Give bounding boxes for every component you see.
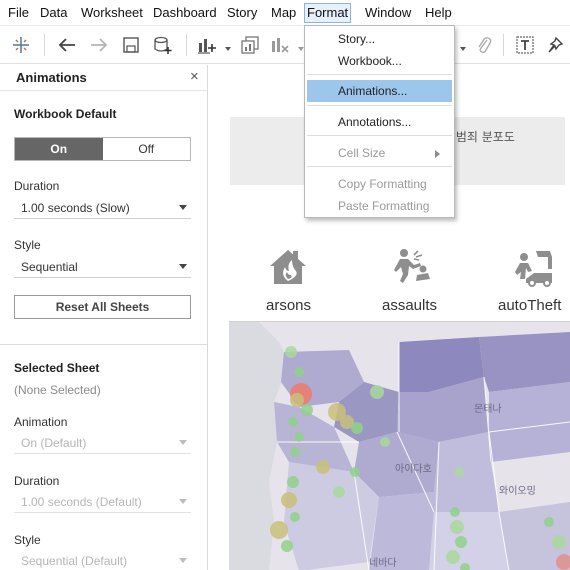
tableau-logo-icon[interactable] xyxy=(9,34,33,56)
reset-all-sheets-button[interactable]: Reset All Sheets xyxy=(14,295,191,319)
chevron-down-icon xyxy=(179,558,187,563)
attach-icon[interactable] xyxy=(472,34,496,56)
animation-label: Animation xyxy=(14,415,68,429)
close-icon[interactable]: × xyxy=(190,68,199,85)
animations-panel: Animations × Workbook Default On Off Dur… xyxy=(0,65,208,570)
style-select[interactable]: Sequential xyxy=(14,256,191,278)
map-label-wyoming: 와이오밍 xyxy=(499,485,536,497)
duration-select[interactable]: 1.00 seconds (Slow) xyxy=(14,197,191,219)
sheet-duration-value: 1.00 seconds (Default) xyxy=(21,495,142,509)
toolbar xyxy=(0,26,570,64)
add-datasource-icon[interactable] xyxy=(151,34,175,56)
duplicate-sheet-icon[interactable] xyxy=(238,34,262,56)
toolbar-dropdown-icon[interactable] xyxy=(459,40,467,51)
menu-map[interactable]: Map xyxy=(269,3,298,23)
menu-format[interactable]: Format xyxy=(304,3,352,23)
map-label-montana: 몬태나 xyxy=(474,403,502,415)
toolbar-separator xyxy=(503,34,504,56)
menu-dashboard[interactable]: Dashboard xyxy=(151,3,219,23)
selected-sheet-subtitle: (None Selected) xyxy=(14,383,101,397)
toolbar-separator xyxy=(186,34,187,56)
category-label-assaults[interactable]: assaults xyxy=(382,297,437,314)
chevron-down-icon xyxy=(179,499,187,504)
panel-title: Animations xyxy=(16,70,87,85)
menu-data[interactable]: Data xyxy=(38,3,69,23)
menu-item-annotations[interactable]: Annotations... xyxy=(307,111,452,133)
selected-sheet-heading: Selected Sheet xyxy=(14,361,100,375)
panel-header: Animations × xyxy=(0,65,207,91)
menu-help[interactable]: Help xyxy=(423,3,454,23)
format-menu: Story... Workbook... Animations... Annot… xyxy=(304,25,455,218)
sheet-style-label: Style xyxy=(14,533,41,547)
clear-sheet-icon[interactable] xyxy=(268,34,292,56)
menu-worksheet[interactable]: Worksheet xyxy=(79,3,145,23)
forward-arrow-icon[interactable] xyxy=(87,34,111,56)
auto-theft-icon xyxy=(512,245,554,292)
text-icon[interactable] xyxy=(513,34,537,56)
save-icon[interactable] xyxy=(119,34,143,56)
new-worksheet-dropdown-icon[interactable] xyxy=(224,40,232,51)
chevron-down-icon xyxy=(179,205,187,210)
style-value: Sequential xyxy=(21,260,78,274)
duration-value: 1.00 seconds (Slow) xyxy=(21,201,130,215)
style-label: Style xyxy=(14,238,41,252)
menu-item-cell-size-label: Cell Size xyxy=(338,146,386,160)
menu-window[interactable]: Window xyxy=(363,3,413,23)
crime-map[interactable]: 몬태나 아이다호 와이오밍 네바다 xyxy=(229,321,570,570)
menu-separator xyxy=(307,105,452,106)
menu-item-animations[interactable]: Animations... xyxy=(307,80,452,102)
new-worksheet-icon[interactable] xyxy=(195,34,219,56)
map-label-idaho: 아이다호 xyxy=(395,463,432,475)
house-fire-icon xyxy=(267,245,309,292)
assault-icon xyxy=(392,245,432,290)
sheet-style-select[interactable]: Sequential (Default) xyxy=(14,550,191,570)
sheet-duration-label: Duration xyxy=(14,474,60,488)
menu-separator xyxy=(307,74,452,75)
category-label-arsons[interactable]: arsons xyxy=(266,297,311,314)
duration-label: Duration xyxy=(14,179,60,193)
menu-item-paste-formatting[interactable]: Paste Formatting xyxy=(307,195,452,217)
chevron-right-icon xyxy=(435,150,440,158)
menu-item-copy-formatting[interactable]: Copy Formatting xyxy=(307,173,452,195)
workbook-default-heading: Workbook Default xyxy=(14,107,117,121)
menu-item-workbook[interactable]: Workbook... xyxy=(307,50,452,72)
menu-item-story[interactable]: Story... xyxy=(307,28,452,50)
back-arrow-icon[interactable] xyxy=(55,34,79,56)
toggle-off-button[interactable]: Off xyxy=(102,138,190,160)
animation-value: On (Default) xyxy=(21,436,87,450)
menu-item-cell-size[interactable]: Cell Size xyxy=(307,142,452,164)
sheet-style-value: Sequential (Default) xyxy=(21,554,128,568)
menu-file[interactable]: File xyxy=(6,3,31,23)
category-label-autotheft[interactable]: autoTheft xyxy=(498,297,561,314)
chevron-down-icon xyxy=(179,264,187,269)
menu-separator xyxy=(307,166,452,167)
menu-bar: File Data Worksheet Dashboard Story Map … xyxy=(0,0,570,26)
menu-separator xyxy=(307,135,452,136)
animation-select[interactable]: On (Default) xyxy=(14,432,191,454)
menu-story[interactable]: Story xyxy=(225,3,259,23)
animation-toggle: On Off xyxy=(14,137,191,161)
pin-icon[interactable] xyxy=(543,34,567,56)
panel-divider xyxy=(0,344,207,345)
toggle-on-button[interactable]: On xyxy=(15,138,103,160)
toolbar-separator xyxy=(44,34,45,56)
sheet-duration-select[interactable]: 1.00 seconds (Default) xyxy=(14,491,191,513)
map-label-nevada: 네바다 xyxy=(369,557,397,569)
chevron-down-icon xyxy=(179,440,187,445)
